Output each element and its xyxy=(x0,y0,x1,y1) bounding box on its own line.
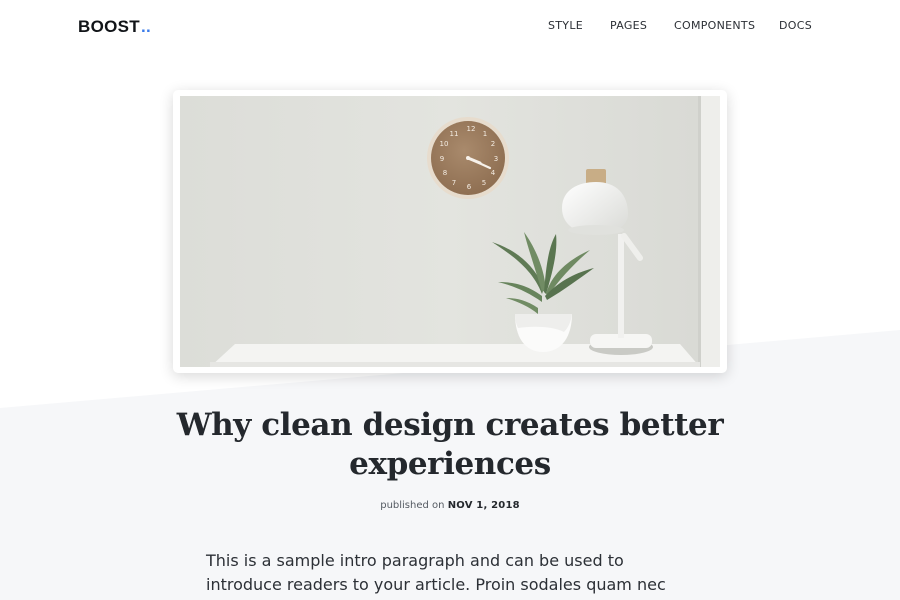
nav-link-style[interactable]: STYLE xyxy=(548,19,583,32)
clock-number-10: 10 xyxy=(440,140,449,148)
clock-number-1: 1 xyxy=(483,130,487,138)
hero-image: 12 1 2 3 4 5 6 7 8 9 10 11 xyxy=(180,96,720,367)
clock-number-12: 12 xyxy=(467,125,476,133)
hero-image-card: 12 1 2 3 4 5 6 7 8 9 10 11 xyxy=(173,90,727,373)
clock-number-5: 5 xyxy=(482,179,486,187)
publish-date: NOV 1, 2018 xyxy=(447,500,520,511)
article-meta: published on NOV 1, 2018 xyxy=(0,500,900,511)
article-title: Why clean design creates better experien… xyxy=(176,407,724,482)
clock-number-4: 4 xyxy=(491,169,496,177)
nav-link-components[interactable]: COMPONENTS xyxy=(674,19,755,32)
nav-link-docs[interactable]: DOCS xyxy=(779,19,812,32)
clock-number-3: 3 xyxy=(494,155,498,163)
meta-prefix: published on xyxy=(380,500,445,511)
article-intro: This is a sample intro paragraph and can… xyxy=(206,551,666,600)
clock-number-7: 7 xyxy=(452,179,456,187)
clock-number-8: 8 xyxy=(443,169,447,177)
clock-icon: 12 1 2 3 4 5 6 7 8 9 10 11 xyxy=(427,117,509,199)
top-navbar: BOOST.. STYLE PAGES COMPONENTS DOCS xyxy=(0,0,900,56)
nav-link-pages[interactable]: PAGES xyxy=(610,19,647,32)
clock-number-9: 9 xyxy=(440,155,444,163)
hero-illustration: 12 1 2 3 4 5 6 7 8 9 10 11 xyxy=(180,96,720,367)
clock-number-2: 2 xyxy=(491,140,495,148)
main-nav: STYLE PAGES COMPONENTS DOCS xyxy=(0,19,900,35)
clock-number-11: 11 xyxy=(450,130,459,138)
clock-number-6: 6 xyxy=(467,183,472,191)
